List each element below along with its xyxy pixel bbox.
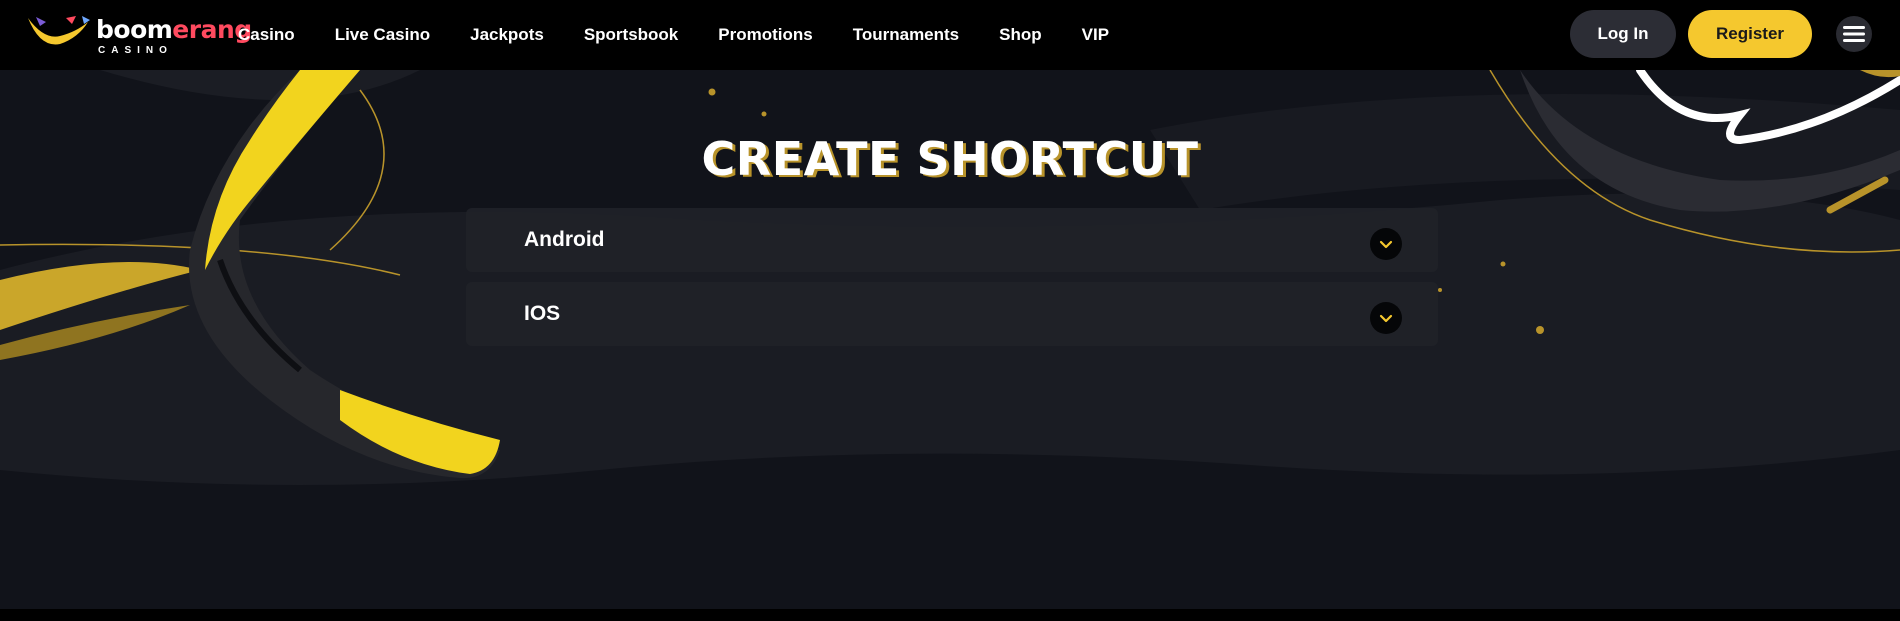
- top-header: boomerang CASINO Casino Live Casino Jack…: [0, 0, 1900, 70]
- accordion-android-label: Android: [524, 228, 605, 251]
- accordion-ios-label: IOS: [524, 302, 561, 325]
- login-button[interactable]: Log In: [1570, 10, 1676, 58]
- brand-subtitle: CASINO: [98, 45, 173, 56]
- page: boomerang CASINO Casino Live Casino Jack…: [0, 0, 1900, 621]
- main-nav: Casino Live Casino Jackpots Sportsbook P…: [238, 0, 1149, 70]
- nav-item-casino[interactable]: Casino: [238, 25, 295, 45]
- chevron-down-icon[interactable]: [1370, 228, 1402, 260]
- brand-logo[interactable]: boomerang CASINO: [26, 12, 252, 58]
- nav-item-tournaments[interactable]: Tournaments: [853, 25, 959, 45]
- footer-strip: [0, 609, 1900, 621]
- register-button[interactable]: Register: [1688, 10, 1812, 58]
- nav-item-jackpots[interactable]: Jackpots: [470, 25, 544, 45]
- brand-wordmark: boomerang: [96, 17, 252, 43]
- hamburger-menu-icon: [1843, 26, 1865, 42]
- chevron-down-icon[interactable]: [1370, 302, 1402, 334]
- nav-item-vip[interactable]: VIP: [1082, 25, 1109, 45]
- boomerang-logo-icon: [28, 16, 90, 45]
- nav-item-live-casino[interactable]: Live Casino: [335, 25, 430, 45]
- accordion-android[interactable]: Android: [466, 208, 1438, 272]
- main-content: CREATE SHORTCUT Android IOS: [0, 70, 1900, 609]
- nav-item-promotions[interactable]: Promotions: [718, 25, 812, 45]
- accordion-ios[interactable]: IOS: [466, 282, 1438, 346]
- brand-name-part1: boom: [96, 15, 173, 44]
- menu-button[interactable]: [1836, 16, 1872, 52]
- nav-item-shop[interactable]: Shop: [999, 25, 1042, 45]
- nav-item-sportsbook[interactable]: Sportsbook: [584, 25, 678, 45]
- page-title: CREATE SHORTCUT: [701, 132, 1199, 186]
